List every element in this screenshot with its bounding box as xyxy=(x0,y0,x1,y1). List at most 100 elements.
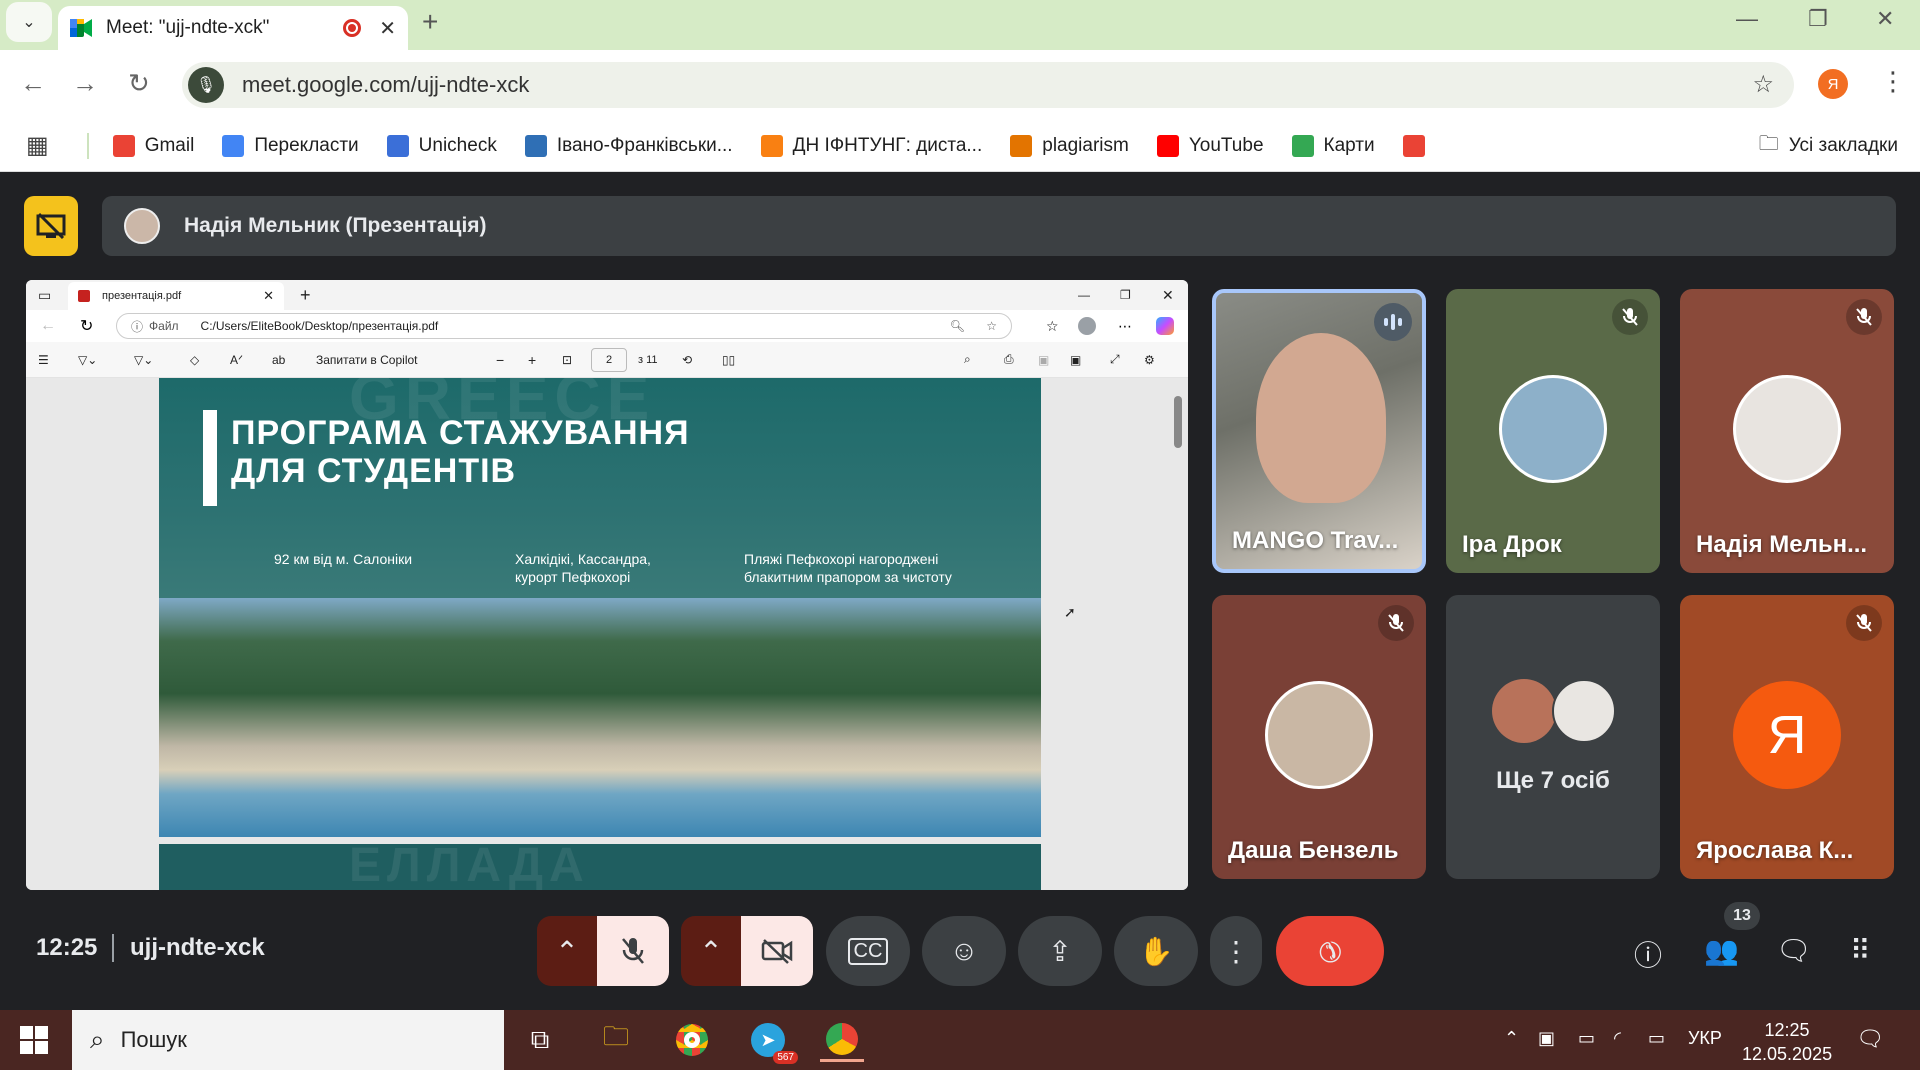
bookmark-item[interactable]: plagiarism xyxy=(1010,134,1129,157)
tab-close-icon[interactable]: ✕ xyxy=(379,16,396,41)
tab-search-button[interactable]: ⌄ xyxy=(6,2,52,42)
participant-name: Іра Дрок xyxy=(1462,531,1562,558)
participant-tile-nadia[interactable]: Надія Мельн... xyxy=(1680,289,1894,573)
battery-icon[interactable]: ▭ xyxy=(1648,1028,1665,1049)
people-icon[interactable]: 👥 xyxy=(1704,934,1739,967)
bookmark-item[interactable]: Gmail xyxy=(112,134,194,157)
chat-icon[interactable]: 🗨 xyxy=(1776,934,1812,967)
slide-headline: ПРОГРАМА СТАЖУВАННЯ ДЛЯ СТУДЕНТІВ xyxy=(231,414,690,490)
telegram-icon[interactable]: ➤ 567 xyxy=(746,1018,798,1064)
end-call-icon: ✆ xyxy=(1310,931,1350,971)
bookmark-item[interactable]: ДН ІФНТУНГ: диста... xyxy=(760,134,983,157)
bookmarks-bar: ▦ Gmail Перекласти Unicheck Івано-Франківсь… xyxy=(0,120,1920,172)
notifications-icon[interactable]: 🗨 xyxy=(1856,1026,1884,1052)
address-bar[interactable]: 🎙 meet.google.com/ujj-ndte-xck ☆ xyxy=(182,62,1794,108)
bookmark-item[interactable]: Карти xyxy=(1291,134,1375,157)
edge-tab-strip: ▭ презентація.pdf ✕ + — ❐ ✕ xyxy=(26,280,1188,310)
participant-tile-dasha[interactable]: Даша Бензель xyxy=(1212,595,1426,879)
bookmark-item[interactable]: Перекласти xyxy=(222,134,359,157)
chrome-taskbar-icon[interactable] xyxy=(670,1018,714,1062)
participant-avatar xyxy=(1499,375,1607,483)
meeting-clock: 12:25 xyxy=(36,934,98,961)
more-options-button[interactable]: ⋮ xyxy=(1210,916,1262,986)
windows-start-icon[interactable] xyxy=(20,1026,48,1054)
taskbar-clock[interactable]: 12:25 12.05.2025 xyxy=(1742,1018,1832,1066)
audio-options-button[interactable]: ⌃ xyxy=(537,916,597,986)
participant-avatar xyxy=(1265,681,1373,789)
chrome-profile-taskbar-icon[interactable] xyxy=(820,1018,864,1062)
edge-sidebar-icon: ▭ xyxy=(38,286,52,303)
participant-avatar xyxy=(1733,375,1841,483)
file-explorer-icon[interactable]: 🗀 xyxy=(594,1018,638,1062)
leave-call-button[interactable]: ✆ xyxy=(1276,916,1384,986)
participant-tile-mango[interactable]: MANGO Trav... xyxy=(1212,289,1426,573)
bookmark-item[interactable]: YouTube xyxy=(1156,134,1264,157)
apps-grid-icon[interactable]: ▦ xyxy=(26,131,49,160)
shared-screen: ▭ презентація.pdf ✕ + — ❐ ✕ ← ↻ ⓘ Файл C… xyxy=(26,280,1188,890)
tab-title: Meet: "ujj-ndte-xck" xyxy=(106,17,270,38)
bookmark-item[interactable] xyxy=(1402,134,1435,157)
bookmark-item[interactable]: Unicheck xyxy=(386,134,497,157)
tray-meet-icon[interactable]: ▭ xyxy=(1578,1028,1595,1049)
close-window-button[interactable]: ✕ xyxy=(1876,6,1894,32)
browser-menu-icon[interactable]: ⋮ xyxy=(1880,66,1906,97)
edge-tab-pdf: презентація.pdf ✕ xyxy=(68,282,284,310)
back-button[interactable]: ← xyxy=(20,68,46,99)
participant-avatar xyxy=(1492,679,1556,743)
pdf-toolbar: ☰ ▽⌄ ▽⌄ ◇ Aᐟ ab Запитати в Copilot − + ⊡… xyxy=(26,342,1188,378)
raise-hand-button[interactable]: ✋ xyxy=(1114,916,1198,986)
present-screen-button[interactable]: ⇪ xyxy=(1018,916,1102,986)
mic-toggle-button[interactable] xyxy=(597,916,669,986)
bookmark-label: ДН ІФНТУНГ: диста... xyxy=(792,134,983,156)
participant-tile-yaroslava[interactable]: Я Ярослава К... xyxy=(1680,595,1894,879)
new-tab-button[interactable]: + xyxy=(422,6,438,38)
bookmarks-divider xyxy=(86,132,89,159)
task-view-icon[interactable]: ⧉ xyxy=(518,1018,562,1062)
taskbar-date: 12.05.2025 xyxy=(1742,1044,1833,1064)
captions-button[interactable]: CC xyxy=(826,916,910,986)
bookmark-item[interactable]: Івано-Франківськи... xyxy=(524,134,733,157)
muted-mic-icon xyxy=(1612,299,1648,335)
emoji-icon: ☺ xyxy=(949,935,979,966)
meeting-code: ujj-ndte-xck xyxy=(130,934,265,961)
edge-more-icon: ⋯ xyxy=(1118,317,1132,334)
bookmark-label: Івано-Франківськи... xyxy=(556,134,733,156)
presenter-banner: Надія Мельник (Презентація) xyxy=(102,196,1896,256)
slide-3-watermark: ЕЛЛАДА xyxy=(349,844,590,890)
page-view-icon: ▯▯ xyxy=(722,352,736,367)
reactions-button[interactable]: ☺ xyxy=(922,916,1006,986)
forward-button[interactable]: → xyxy=(72,68,98,99)
activities-icon[interactable]: ⠿ xyxy=(1850,934,1871,967)
reload-button[interactable]: ↻ xyxy=(128,68,150,99)
slide-info-distance: 92 км від м. Салоніки xyxy=(274,551,413,567)
tab-strip: ⌄ Meet: "ujj-ndte-xck" ✕ + — ❐ ✕ xyxy=(0,0,1920,50)
profile-avatar[interactable]: Я xyxy=(1818,69,1848,99)
youtube-icon xyxy=(1156,134,1179,157)
stop-presenting-icon[interactable] xyxy=(24,196,78,256)
browser-toolbar: ← → ↻ 🎙 meet.google.com/ujj-ndte-xck ☆ Я… xyxy=(0,50,1920,120)
all-bookmarks-button[interactable]: 🗀 Усі закладки xyxy=(1759,129,1898,163)
language-indicator[interactable]: УКР xyxy=(1688,1028,1722,1049)
wifi-icon[interactable]: ◜ xyxy=(1614,1028,1621,1049)
tray-app-icon[interactable]: ▣ xyxy=(1538,1028,1555,1049)
more-participants-tile[interactable]: Ще 7 осіб xyxy=(1446,595,1660,879)
taskbar-search[interactable]: ⌕ Пошук xyxy=(72,1010,504,1070)
participant-tile-ira[interactable]: Іра Дрок xyxy=(1446,289,1660,573)
camera-toggle-button[interactable] xyxy=(741,916,813,986)
contents-icon: ☰ xyxy=(38,352,49,367)
bookmark-star-icon[interactable]: ☆ xyxy=(1752,70,1774,99)
print-icon: ⎙ xyxy=(1004,352,1014,366)
minimize-button[interactable]: — xyxy=(1736,6,1758,32)
gmail-icon xyxy=(112,134,135,157)
pdf-settings-icon: ⚙ xyxy=(1144,352,1155,367)
tray-expand-icon[interactable]: ⌃ xyxy=(1504,1028,1519,1049)
muted-mic-icon xyxy=(1846,605,1882,641)
site-info-icon[interactable]: 🎙 xyxy=(188,67,224,103)
recording-indicator-icon xyxy=(343,19,362,37)
edge-newtab-icon: + xyxy=(300,284,311,305)
meeting-details-icon[interactable]: ⓘ xyxy=(1634,934,1662,974)
browser-tab-meet[interactable]: Meet: "ujj-ndte-xck" ✕ xyxy=(58,6,408,50)
video-options-button[interactable]: ⌃ xyxy=(681,916,741,986)
restore-button[interactable]: ❐ xyxy=(1808,6,1828,32)
slide-info-beaches: Пляжі Пефкохорі нагороджені блакитним пр… xyxy=(744,551,952,585)
